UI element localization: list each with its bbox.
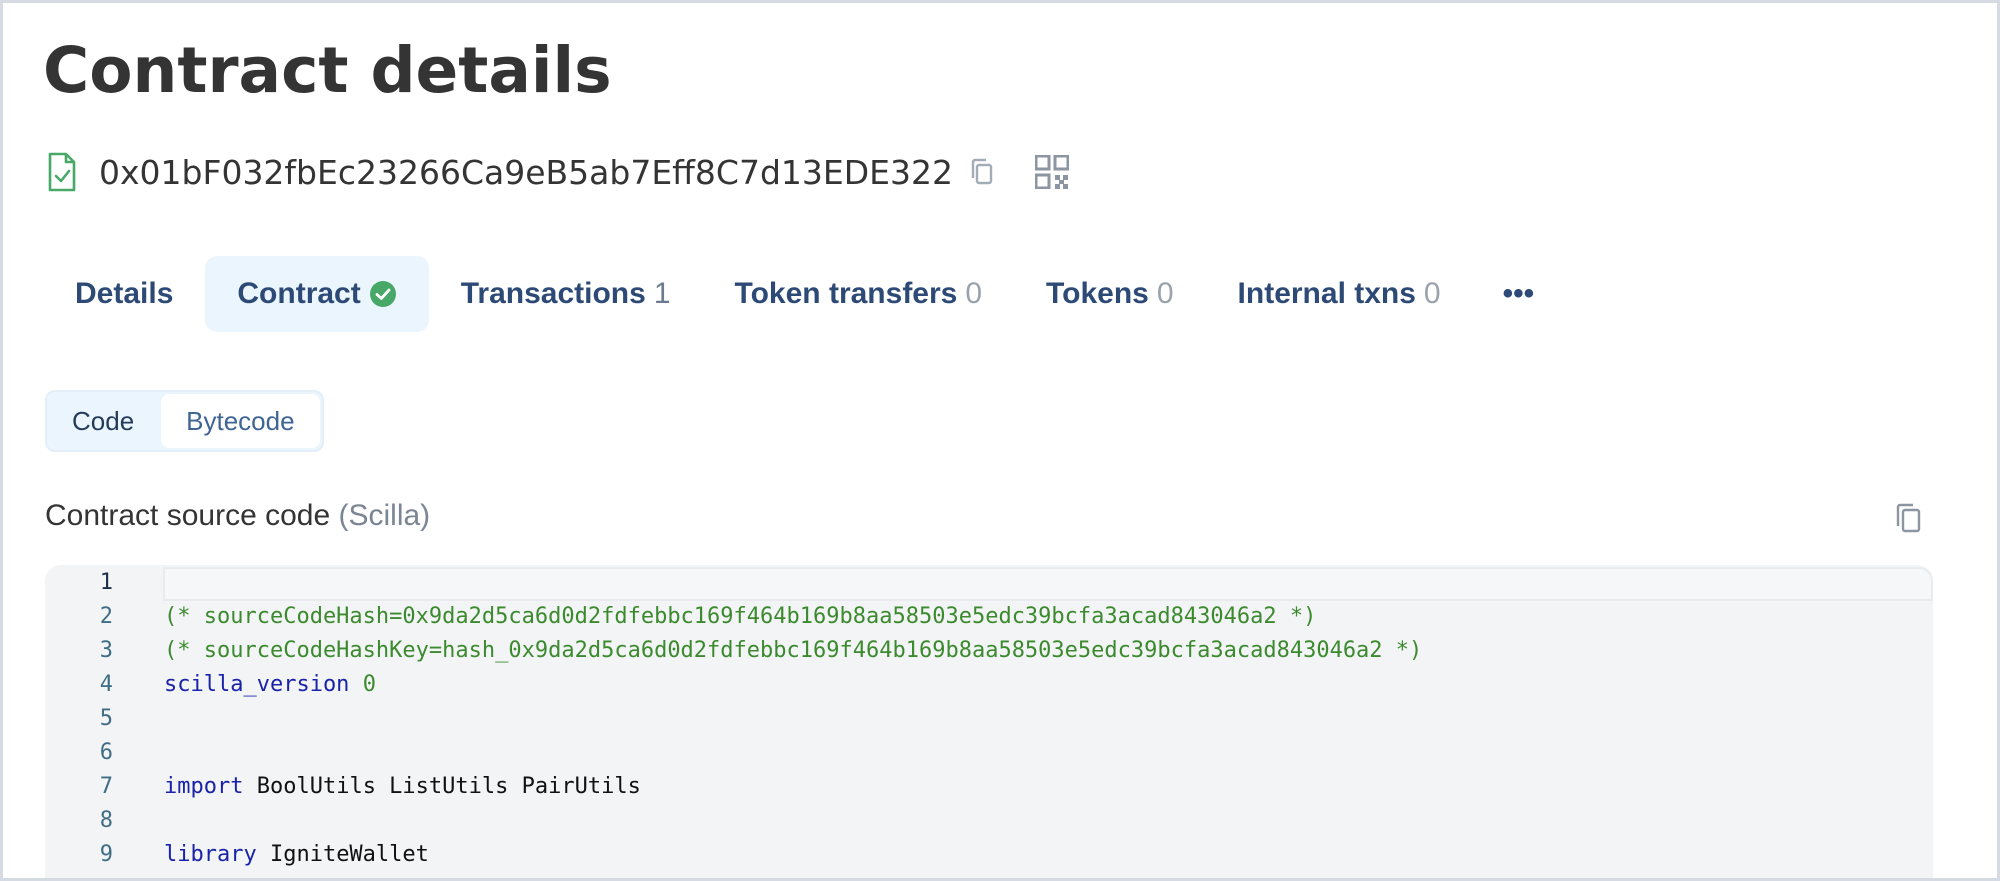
source-code-heading: Contract source code (Scilla) [45, 499, 430, 533]
line-number: 4 [99, 671, 113, 697]
code-text: BoolUtils ListUtils PairUtils [243, 773, 641, 799]
line-text: library IgniteWallet [164, 842, 429, 867]
code-line: 5 [45, 701, 113, 735]
line-number: 7 [99, 773, 113, 799]
source-code-title: Contract source code [45, 499, 331, 532]
bytecode-tab-button[interactable]: Bytecode [161, 394, 320, 448]
copy-source-icon[interactable] [1893, 501, 1925, 537]
code-keyword: scilla_version [164, 671, 350, 697]
line-number: 9 [99, 841, 113, 867]
code-keyword: library [164, 841, 257, 867]
tab-contract[interactable]: Contract [205, 256, 429, 332]
page-frame: Contract details 0x01bF032fbEc23266Ca9eB… [0, 0, 2000, 881]
tab-bar: Details Contract Transactions 1 Token tr… [43, 255, 1564, 333]
code-line: 7 import BoolUtils ListUtils PairUtils [45, 769, 641, 803]
tab-label: Tokens [1046, 277, 1149, 310]
more-dots-icon: ••• [1502, 277, 1535, 310]
code-line: 4 scilla_version 0 [45, 667, 376, 701]
more-tabs-button[interactable]: ••• [1473, 256, 1565, 332]
source-code-language: (Scilla) [338, 499, 431, 532]
code-line: 6 [45, 735, 113, 769]
page-title: Contract details [43, 34, 612, 107]
current-line-highlight [163, 567, 1933, 601]
copy-address-icon[interactable] [969, 155, 999, 189]
code-text: IgniteWallet [256, 841, 429, 867]
tab-label: Internal txns [1237, 277, 1416, 310]
tab-token-transfers[interactable]: Token transfers 0 [703, 256, 1015, 332]
tab-label: Details [75, 277, 174, 310]
code-view-toggle: Code Bytecode [45, 390, 324, 452]
line-text: (* sourceCodeHash=0x9da2d5ca6d0d2fdfebbc… [164, 603, 1317, 629]
code-editor[interactable]: 1 2 (* sourceCodeHash=0x9da2d5ca6d0d2fdf… [45, 565, 1933, 878]
code-keyword: import [164, 773, 244, 799]
code-line: 8 [45, 803, 113, 837]
code-number: 0 [362, 671, 376, 697]
line-number: 2 [99, 603, 113, 629]
code-line: 9 library IgniteWallet [45, 837, 429, 871]
code-line: 3 (* sourceCodeHashKey=hash_0x9da2d5ca6d… [45, 633, 1423, 667]
tab-count: 0 [1423, 277, 1441, 310]
tab-label: Contract [237, 277, 361, 310]
line-number: 8 [99, 807, 113, 833]
code-line: 1 [45, 565, 113, 599]
line-number: 1 [99, 569, 113, 595]
tab-label: Transactions [460, 277, 646, 310]
line-number: 6 [99, 739, 113, 765]
line-text: scilla_version 0 [164, 672, 376, 697]
qr-code-icon[interactable] [1035, 153, 1073, 191]
contract-address: 0x01bF032fbEc23266Ca9eB5ab7Eff8C7d13EDE3… [99, 152, 953, 192]
tab-count: 1 [653, 277, 671, 310]
verified-check-icon [369, 280, 397, 308]
code-tab-button[interactable]: Code [47, 392, 160, 450]
tab-transactions[interactable]: Transactions 1 [429, 256, 703, 332]
tab-tokens[interactable]: Tokens 0 [1014, 256, 1206, 332]
line-number: 5 [99, 705, 113, 731]
line-number: 3 [99, 637, 113, 663]
tab-label: Token transfers [734, 277, 958, 310]
address-row: 0x01bF032fbEc23266Ca9eB5ab7Eff8C7d13EDE3… [47, 147, 1073, 197]
contract-verified-icon [47, 151, 81, 193]
tab-internal-txns[interactable]: Internal txns 0 [1206, 256, 1473, 332]
line-text: import BoolUtils ListUtils PairUtils [164, 774, 641, 799]
code-line: 2 (* sourceCodeHash=0x9da2d5ca6d0d2fdfeb… [45, 599, 1317, 633]
tab-count: 0 [965, 277, 983, 310]
line-text: (* sourceCodeHashKey=hash_0x9da2d5ca6d0d… [164, 637, 1423, 663]
tab-details[interactable]: Details [43, 256, 205, 332]
tab-count: 0 [1156, 277, 1174, 310]
